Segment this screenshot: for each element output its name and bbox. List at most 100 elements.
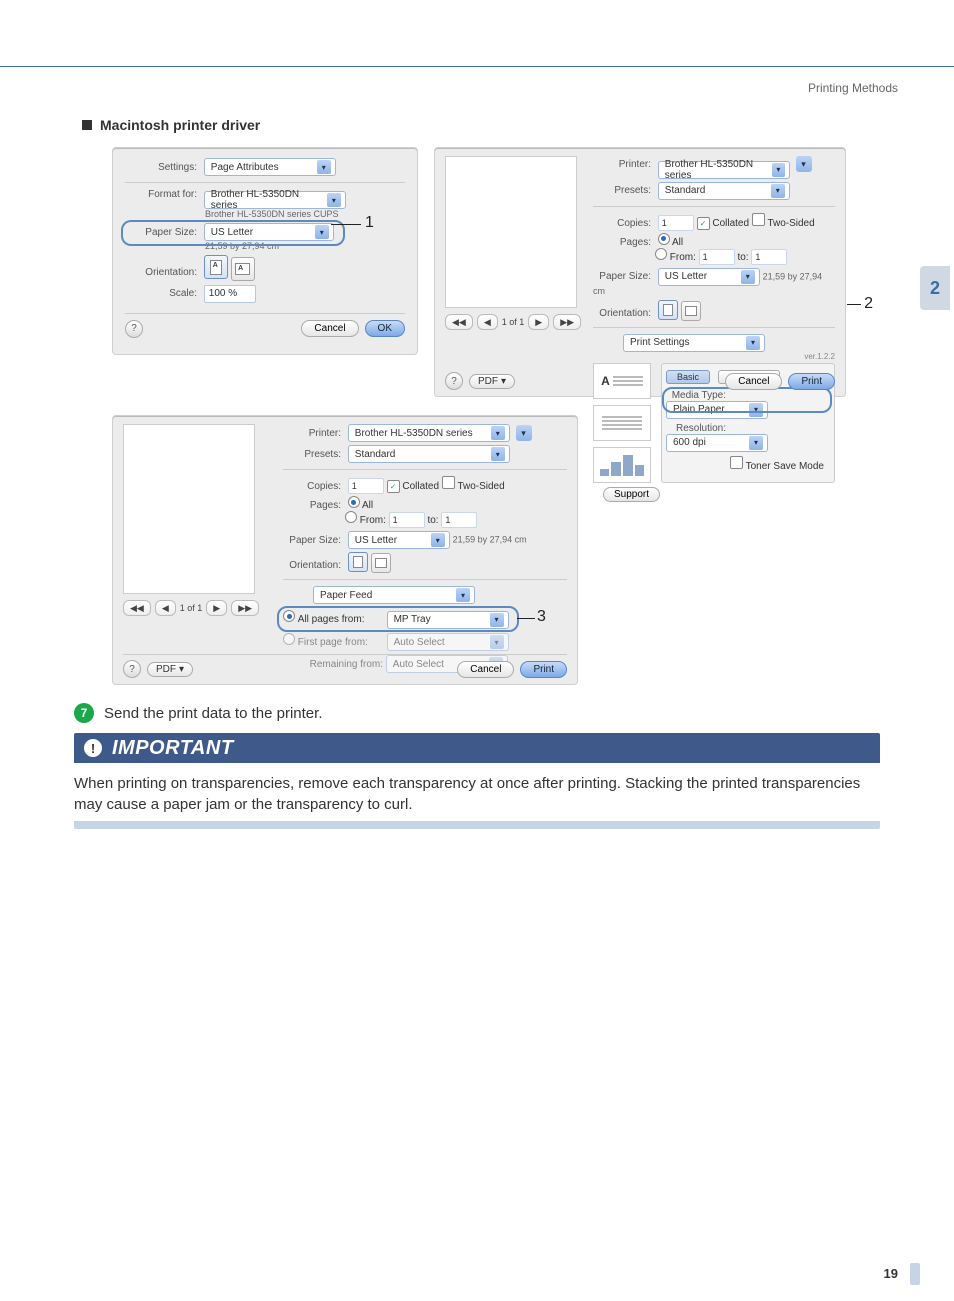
first-page-from-label: First page from: (298, 637, 384, 648)
paper-size-select[interactable]: US Letter ▾ (204, 223, 334, 241)
orientation-label: Orientation: (593, 308, 651, 319)
callout-3-number: 3 (537, 608, 546, 626)
exclamation-icon: ! (84, 739, 102, 757)
dropdown-arrow-icon: ▾ (431, 533, 445, 547)
orientation-portrait-button[interactable]: A (204, 255, 228, 279)
subheading: Macintosh printer driver (100, 117, 260, 133)
presets-label: Presets: (593, 185, 651, 196)
toner-save-label: Toner Save Mode (746, 461, 824, 472)
presets-select[interactable]: Standard ▾ (348, 445, 510, 463)
help-icon[interactable]: ? (445, 372, 463, 390)
orientation-landscape-button[interactable]: A (231, 257, 255, 281)
first-page-from-select: Auto Select ▾ (387, 633, 509, 651)
two-sided-checkbox[interactable] (442, 476, 455, 489)
collated-checkbox[interactable]: ✓ (697, 217, 710, 230)
toner-save-checkbox[interactable] (730, 456, 743, 469)
paper-size-value: US Letter (665, 271, 707, 282)
pages-from-radio[interactable] (655, 248, 667, 260)
resolution-select[interactable]: 600 dpi ▾ (666, 434, 768, 452)
nav-last-button[interactable]: ▶▶ (231, 600, 259, 616)
resolution-value: 600 dpi (673, 437, 706, 448)
help-icon[interactable]: ? (123, 660, 141, 678)
all-pages-from-select[interactable]: MP Tray ▾ (387, 611, 509, 629)
pages-to-input[interactable]: 1 (751, 249, 787, 265)
orientation-landscape-button[interactable] (681, 301, 701, 321)
paper-size-select[interactable]: US Letter ▾ (348, 531, 450, 549)
nav-last-button[interactable]: ▶▶ (553, 314, 581, 330)
printer-info-button[interactable]: ▾ (516, 425, 532, 441)
dropdown-arrow-icon: ▾ (749, 403, 763, 417)
callout-line-3 (517, 618, 535, 619)
step-number-badge: 7 (74, 703, 94, 723)
pdf-button[interactable]: PDF ▾ (469, 374, 515, 389)
pages-label: Pages: (283, 500, 341, 511)
orientation-portrait-button[interactable] (348, 552, 368, 572)
pages-to-input[interactable]: 1 (441, 512, 477, 528)
collated-checkbox[interactable]: ✓ (387, 480, 400, 493)
media-type-select[interactable]: Plain Paper ▾ (666, 401, 768, 419)
copies-label: Copies: (593, 218, 651, 229)
paper-size-dim: 21,59 by 27,94 cm (453, 535, 527, 545)
dropdown-arrow-icon: ▾ (490, 613, 504, 627)
presets-value: Standard (665, 185, 706, 196)
paper-size-value: US Letter (211, 227, 253, 238)
important-end-bar (74, 821, 880, 829)
dropdown-arrow-icon: ▾ (317, 160, 331, 174)
copies-input[interactable]: 1 (348, 478, 384, 494)
nav-next-button[interactable]: ▶ (528, 314, 549, 330)
thumb-grid-icon (593, 405, 651, 441)
section-select[interactable]: Print Settings ▾ (623, 334, 765, 352)
cancel-button[interactable]: Cancel (457, 661, 514, 678)
nav-first-button[interactable]: ◀◀ (123, 600, 151, 616)
pages-from-radio[interactable] (345, 511, 357, 523)
pages-all-radio[interactable] (658, 233, 670, 245)
print-button[interactable]: Print (788, 373, 835, 390)
paper-size-label: Paper Size: (283, 535, 341, 546)
print-button[interactable]: Print (520, 661, 567, 678)
presets-select[interactable]: Standard ▾ (658, 182, 790, 200)
important-label: IMPORTANT (112, 737, 234, 760)
paper-size-label: Paper Size: (593, 271, 651, 282)
copies-input[interactable]: 1 (658, 215, 694, 231)
orientation-portrait-button[interactable] (658, 300, 678, 320)
nav-prev-button[interactable]: ◀ (477, 314, 498, 330)
dropdown-arrow-icon: ▾ (315, 225, 329, 239)
important-body: When printing on transparencies, remove … (74, 773, 880, 815)
two-sided-label: Two-Sided (457, 481, 504, 492)
nav-next-button[interactable]: ▶ (206, 600, 227, 616)
settings-select[interactable]: Page Attributes ▾ (204, 158, 336, 176)
two-sided-checkbox[interactable] (752, 213, 765, 226)
dropdown-arrow-icon: ▾ (746, 336, 760, 350)
support-button[interactable]: Support (603, 487, 660, 502)
printer-label: Printer: (593, 159, 651, 170)
pages-from-input[interactable]: 1 (699, 249, 735, 265)
thumb-chart-icon (593, 447, 651, 483)
format-for-value: Brother HL-5350DN series (211, 189, 327, 211)
format-for-select[interactable]: Brother HL-5350DN series ▾ (204, 191, 346, 209)
dropdown-arrow-icon: ▾ (491, 447, 505, 461)
printer-info-button[interactable]: ▾ (796, 156, 812, 172)
first-page-from-radio[interactable] (283, 633, 295, 645)
section-select[interactable]: Paper Feed ▾ (313, 586, 475, 604)
cancel-button[interactable]: Cancel (725, 373, 782, 390)
printer-select[interactable]: Brother HL-5350DN series ▾ (348, 424, 510, 442)
first-page-from-value: Auto Select (394, 637, 445, 648)
nav-prev-button[interactable]: ◀ (155, 600, 176, 616)
dropdown-arrow-icon: ▾ (491, 426, 505, 440)
ok-button[interactable]: OK (365, 320, 405, 337)
version-label: ver.1.2.2 (593, 352, 835, 361)
all-pages-from-radio[interactable] (283, 610, 295, 622)
printer-select[interactable]: Brother HL-5350DN series ▾ (658, 161, 790, 179)
nav-count: 1 of 1 (180, 603, 203, 613)
settings-label: Settings: (125, 162, 197, 173)
pages-from-input[interactable]: 1 (389, 512, 425, 528)
nav-first-button[interactable]: ◀◀ (445, 314, 473, 330)
paper-size-select[interactable]: US Letter ▾ (658, 268, 760, 286)
cancel-button[interactable]: Cancel (301, 320, 358, 337)
orientation-landscape-button[interactable] (371, 553, 391, 573)
pdf-button[interactable]: PDF ▾ (147, 662, 193, 677)
help-icon[interactable]: ? (125, 320, 143, 338)
pages-all-radio[interactable] (348, 496, 360, 508)
dropdown-arrow-icon: ▾ (749, 436, 763, 450)
scale-input[interactable]: 100 % (204, 285, 256, 303)
